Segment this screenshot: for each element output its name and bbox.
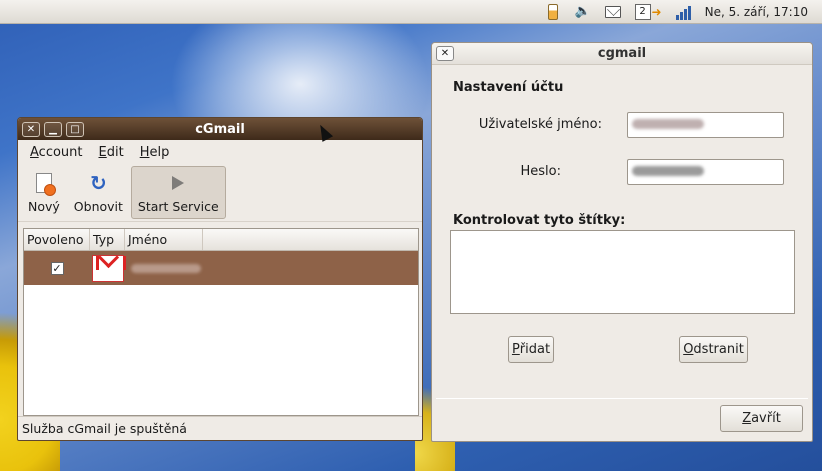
cgmail-main-window: ✕ ▁ □ cGmail Account Edit Help Nový ↻ Ob… — [17, 117, 423, 441]
refresh-label: Obnovit — [73, 199, 123, 214]
account-name-cell — [125, 263, 203, 273]
menubar: Account Edit Help — [18, 140, 422, 164]
password-label: Heslo: — [520, 164, 562, 179]
accounts-list[interactable]: Povoleno Typ Jméno ✓ — [23, 228, 419, 416]
settings-titlebar[interactable]: ✕ cgmail — [432, 43, 812, 65]
redacted-password — [632, 166, 704, 176]
gmail-icon — [91, 254, 126, 282]
type-cell — [90, 254, 126, 282]
column-enabled[interactable]: Povoleno — [24, 229, 90, 250]
enabled-checkbox[interactable]: ✓ — [50, 261, 64, 275]
network-signal-icon[interactable] — [675, 4, 691, 20]
cgmail-settings-window: ✕ cgmail Nastavení účtu Uživatelské jmén… — [431, 42, 813, 442]
labels-list[interactable] — [450, 230, 795, 314]
start-service-button[interactable]: Start Service — [130, 166, 226, 219]
notification-count: 2 — [634, 3, 651, 20]
account-row[interactable]: ✓ — [24, 251, 418, 285]
statusbar: Služba cGmail je spuštěná — [18, 416, 422, 440]
battery-icon[interactable] — [545, 3, 561, 20]
refresh-button[interactable]: ↻ Obnovit — [68, 166, 129, 219]
redacted-account-name — [131, 263, 201, 273]
redacted-username — [632, 119, 704, 129]
start-service-label: Start Service — [137, 199, 219, 214]
new-document-icon — [32, 171, 56, 196]
play-icon — [166, 171, 190, 195]
close-window-button[interactable]: ✕ — [22, 121, 40, 137]
close-settings-window-button[interactable]: ✕ — [436, 46, 454, 61]
status-text: Služba cGmail je spuštěná — [22, 421, 187, 436]
username-input[interactable] — [627, 112, 784, 138]
labels-heading: Kontrolovat tyto štítky: — [453, 213, 626, 228]
top-panel: 🔈 2 ➜ Ne, 5. září, 17:10 — [0, 0, 822, 24]
volume-icon[interactable]: 🔈 — [574, 4, 590, 20]
username-label: Uživatelské jméno: — [478, 117, 602, 132]
main-titlebar[interactable]: ✕ ▁ □ cGmail — [18, 118, 422, 140]
mail-icon[interactable] — [604, 4, 621, 20]
minimize-window-button[interactable]: ▁ — [44, 121, 62, 137]
toolbar: Nový ↻ Obnovit Start Service — [18, 164, 422, 222]
refresh-icon: ↻ — [89, 171, 107, 195]
new-account-button[interactable]: Nový — [22, 166, 66, 219]
list-header: Povoleno Typ Jméno — [24, 229, 418, 251]
menu-help[interactable]: Help — [132, 142, 178, 163]
separator — [436, 398, 808, 399]
settings-window-title: cgmail — [597, 46, 647, 61]
column-name[interactable]: Jméno — [125, 229, 203, 250]
notification-icon[interactable]: 2 ➜ — [634, 3, 662, 20]
menu-account[interactable]: Account — [22, 142, 91, 163]
account-settings-heading: Nastavení účtu — [453, 80, 564, 95]
remove-label-button[interactable]: Odstranit — [679, 336, 748, 363]
maximize-window-button[interactable]: □ — [66, 121, 84, 137]
menu-edit[interactable]: Edit — [91, 142, 132, 163]
new-account-label: Nový — [28, 199, 60, 214]
enabled-cell: ✓ — [24, 261, 90, 275]
clock[interactable]: Ne, 5. září, 17:10 — [705, 5, 808, 19]
add-label-button[interactable]: Přidat — [508, 336, 554, 363]
update-arrow-icon: ➜ — [651, 4, 662, 19]
password-input[interactable] — [627, 159, 784, 185]
close-button[interactable]: Zavřít — [720, 405, 803, 432]
